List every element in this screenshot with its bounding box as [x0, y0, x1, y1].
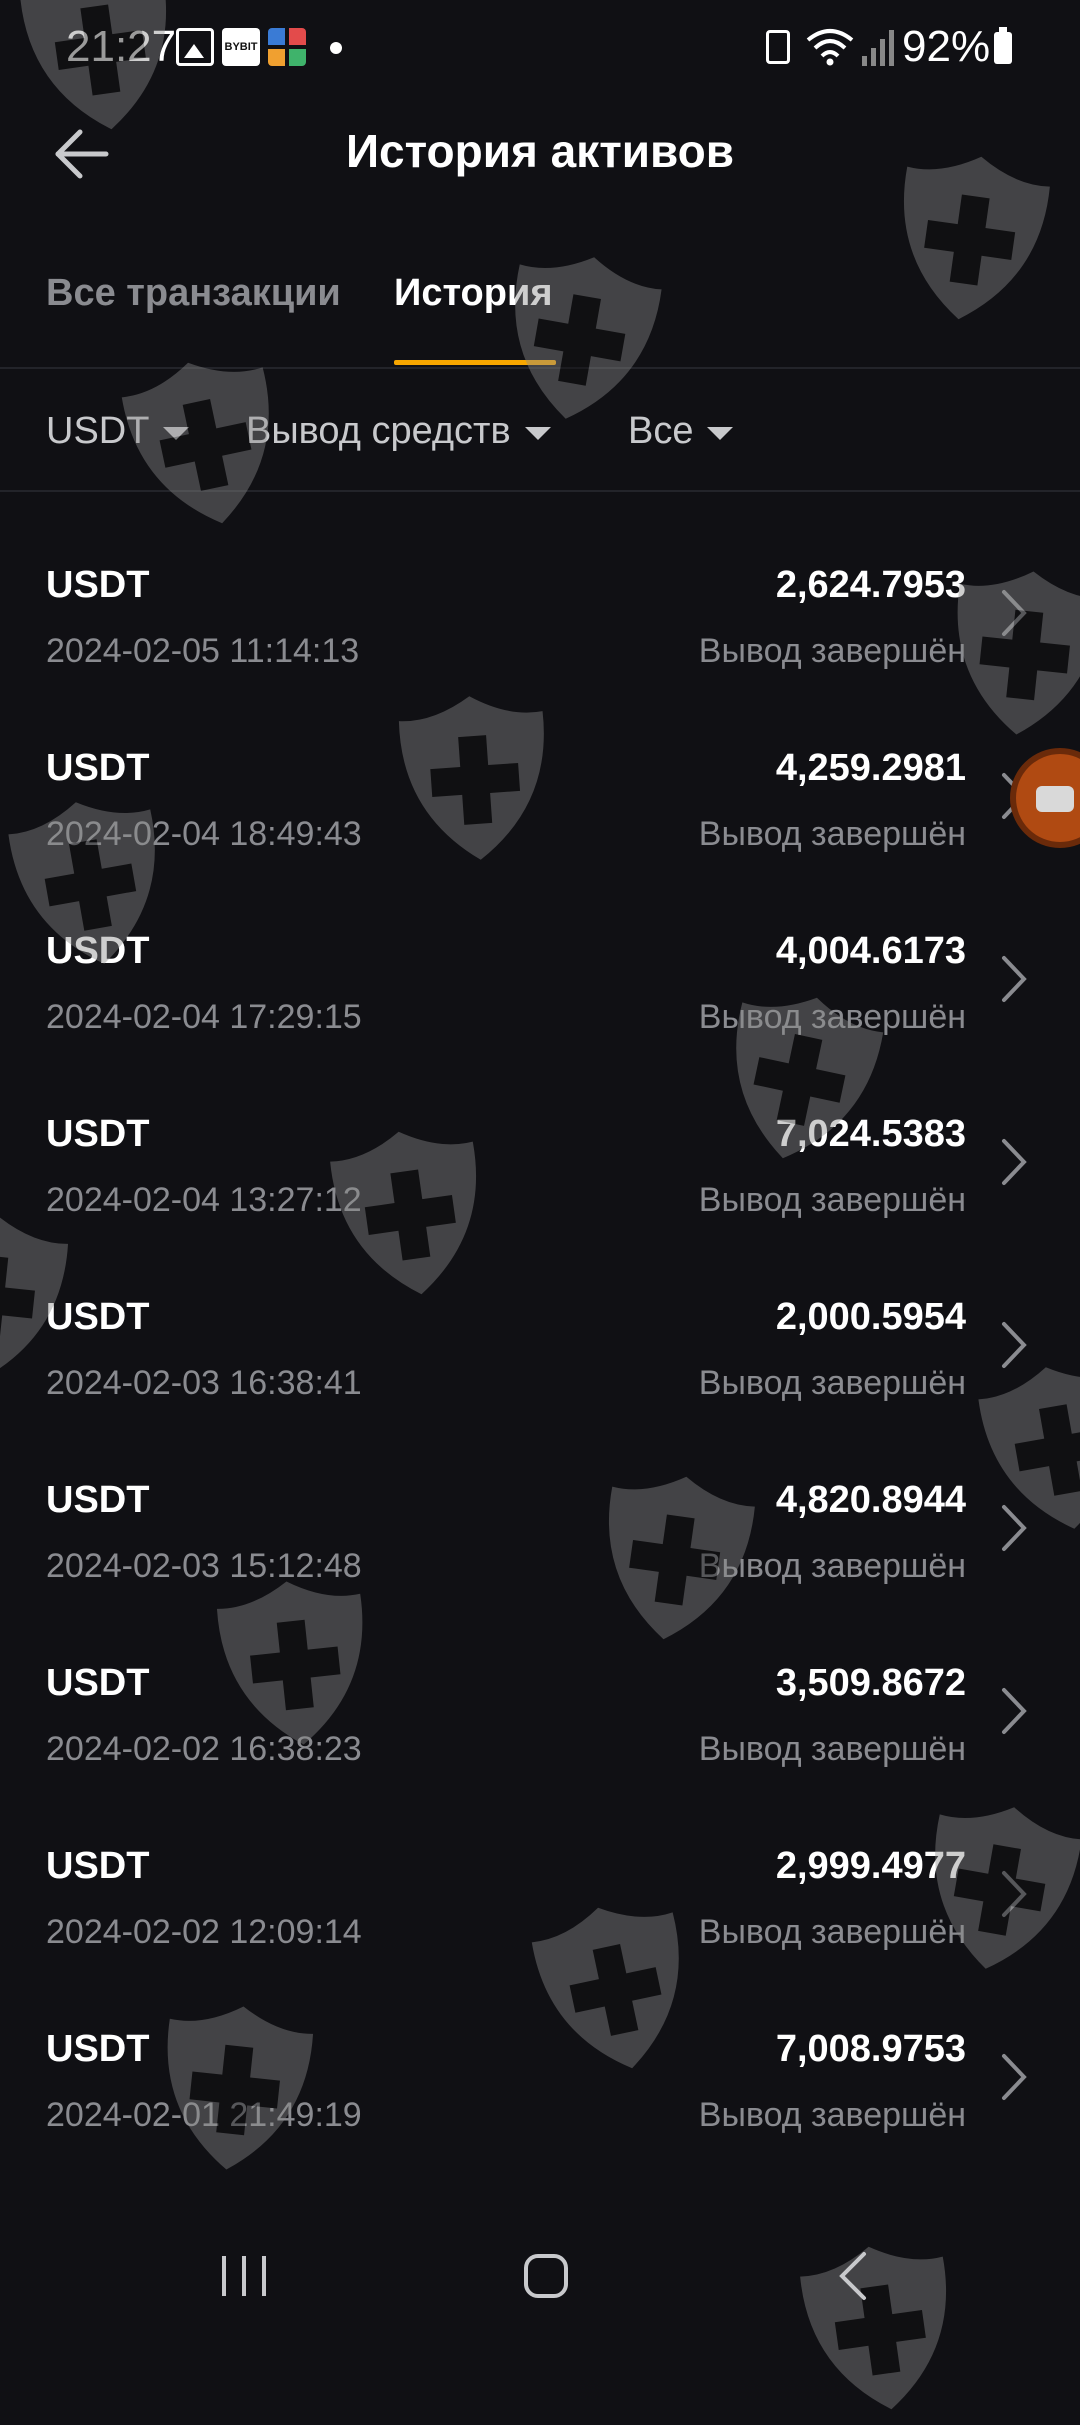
transaction-date: 2024-02-04 13:27:12 [46, 1181, 362, 1219]
notification-dot-icon [330, 42, 342, 54]
tab-all-transactions[interactable]: Все транзакции [46, 272, 341, 315]
transaction-status: Вывод завершён [698, 1913, 966, 1951]
status-time: 21:27 [66, 22, 177, 71]
transaction-row[interactable]: USDT 2024-02-04 13:27:12 7,024.5383 Вывод з… [0, 1075, 1080, 1258]
transaction-status: Вывод завершён [698, 1547, 966, 1585]
shield-cross-icon [800, 2246, 947, 2410]
wifi-icon [806, 29, 854, 66]
transaction-amount: 3,509.8672 [775, 1662, 966, 1704]
caret-down-icon [163, 426, 190, 440]
transaction-date: 2024-02-04 18:49:43 [46, 815, 362, 853]
status-bar: 21:27 BYBIT 92% [0, 0, 1080, 100]
transaction-row[interactable]: USDT 2024-02-05 11:14:13 2,624.7953 Вывод з… [0, 526, 1080, 709]
nav-back-button[interactable] [832, 2244, 872, 2308]
bybit-app-icon: BYBIT [222, 28, 260, 66]
signal-icon [862, 30, 894, 66]
caret-down-icon [524, 426, 551, 440]
widget-icon [268, 28, 306, 66]
transaction-coin: USDT [46, 1479, 150, 1521]
transaction-row[interactable]: USDT 2024-02-02 12:09:14 2,999.4977 Вывод з… [0, 1807, 1080, 1990]
transaction-status: Вывод завершён [698, 1730, 966, 1768]
coin-filter-label: USDT [46, 409, 150, 452]
transaction-row[interactable]: USDT 2024-02-03 15:12:48 4,820.8944 Вывод з… [0, 1441, 1080, 1624]
transaction-date: 2024-02-02 16:38:23 [46, 1730, 362, 1768]
transaction-date: 2024-02-05 11:14:13 [46, 632, 360, 670]
transaction-row[interactable]: USDT 2024-02-04 18:49:43 4,259.2981 Вывод з… [0, 709, 1080, 892]
transaction-row[interactable]: USDT 2024-02-03 16:38:41 2,000.5954 Вывод з… [0, 1258, 1080, 1441]
page-title: История активов [345, 125, 735, 177]
transaction-amount: 2,624.7953 [775, 564, 966, 606]
recent-apps-button[interactable] [218, 2244, 270, 2308]
transaction-date: 2024-02-02 12:09:14 [46, 1913, 362, 1951]
type-filter-dropdown[interactable]: Вывод средств [246, 406, 551, 456]
transaction-amount: 4,259.2981 [775, 747, 966, 789]
active-tab-indicator [394, 360, 556, 365]
recent-apps-icon [222, 2256, 266, 2296]
gallery-icon [176, 28, 214, 66]
transaction-amount: 7,008.9753 [775, 2028, 966, 2070]
transaction-date: 2024-02-01 21:49:19 [46, 2096, 362, 2134]
transaction-row[interactable]: USDT 2024-02-02 16:38:23 3,509.8672 Вывод з… [0, 1624, 1080, 1807]
transaction-coin: USDT [46, 930, 150, 972]
transaction-row[interactable]: USDT 2024-02-04 17:29:15 4,004.6173 Вывод з… [0, 892, 1080, 1075]
transaction-date: 2024-02-03 16:38:41 [46, 1364, 362, 1402]
status-filter-label: Все [628, 409, 694, 452]
battery-percentage: 92% [902, 22, 991, 71]
transaction-status: Вывод завершён [698, 815, 966, 853]
transaction-coin: USDT [46, 1296, 150, 1338]
arrow-left-icon [55, 129, 109, 179]
back-icon [839, 2252, 866, 2300]
transaction-coin: USDT [46, 747, 150, 789]
transaction-date: 2024-02-04 17:29:15 [46, 998, 362, 1036]
tab-history[interactable]: История [394, 272, 553, 315]
transaction-coin: USDT [46, 1662, 150, 1704]
divider [0, 490, 1080, 492]
transaction-coin: USDT [46, 1845, 150, 1887]
transaction-amount: 2,000.5954 [775, 1296, 966, 1338]
caret-down-icon [707, 426, 734, 440]
transaction-coin: USDT [46, 2028, 150, 2070]
back-button[interactable] [50, 122, 114, 186]
transaction-amount: 4,004.6173 [775, 930, 966, 972]
transaction-status: Вывод завершён [698, 632, 966, 670]
coin-filter-dropdown[interactable]: USDT [46, 406, 190, 456]
chevron-right-icon [1002, 1139, 1027, 1185]
home-icon [524, 2254, 568, 2298]
transaction-amount: 4,820.8944 [775, 1479, 966, 1521]
transaction-status: Вывод завершён [698, 998, 966, 1036]
transaction-status: Вывод завершён [698, 1364, 966, 1402]
transaction-amount: 2,999.4977 [775, 1845, 966, 1887]
transaction-coin: USDT [46, 564, 150, 606]
chevron-right-icon [1002, 1871, 1027, 1917]
transaction-amount: 7,024.5383 [775, 1113, 966, 1155]
transaction-status: Вывод завершён [698, 1181, 966, 1219]
chevron-right-icon [1002, 1505, 1027, 1551]
transaction-row[interactable]: USDT 2024-02-01 21:49:19 7,008.9753 Вывод з… [0, 1990, 1080, 2173]
chevron-right-icon [1002, 2054, 1027, 2100]
battery-saver-icon [766, 30, 790, 64]
home-button[interactable] [522, 2244, 570, 2308]
transaction-date: 2024-02-03 15:12:48 [46, 1547, 362, 1585]
transaction-status: Вывод завершён [698, 2096, 966, 2134]
chevron-right-icon [1002, 956, 1027, 1002]
chevron-right-icon [1002, 590, 1027, 636]
battery-icon [994, 27, 1012, 64]
chevron-right-icon [1002, 1688, 1027, 1734]
chevron-right-icon [1002, 1322, 1027, 1368]
status-filter-dropdown[interactable]: Все [628, 406, 734, 456]
divider [0, 367, 1080, 369]
transaction-coin: USDT [46, 1113, 150, 1155]
type-filter-label: Вывод средств [246, 409, 511, 452]
